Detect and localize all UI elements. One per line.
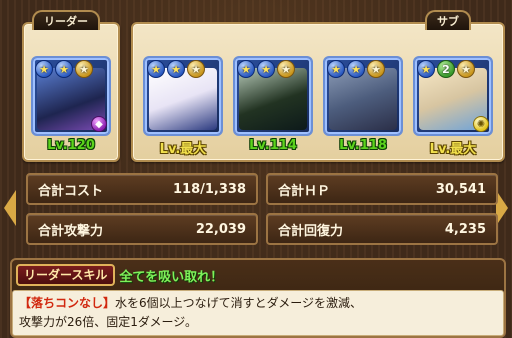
skill-desc-line2: 攻撃力が26倍、固定1ダメージ。 <box>19 315 197 329</box>
leader-panel: リーダー ★ ★ ★ ◆ Lv.120 <box>22 10 120 162</box>
plus-orb-atk-icon: ★ <box>167 60 185 78</box>
sub-monster-slot-2[interactable]: ★ ★ ★ <box>233 56 313 136</box>
total-hp-value: 30,541 <box>435 181 486 197</box>
plus-orb-hp-icon: ★ <box>35 60 53 78</box>
leader-skill-panel: リーダースキル 全てを吸い取れ！ 【落ちコンなし】水を6個以上つなげて消すとダメ… <box>10 258 506 338</box>
total-hp-label: 合計ＨＰ <box>278 183 331 199</box>
skill-highlight: 【落ちコンなし】 <box>19 296 116 310</box>
plus-orb-atk-icon: ★ <box>347 60 365 78</box>
sub-monster-slot-3[interactable]: ★ ★ ★ <box>323 56 403 136</box>
light-attribute-icon: ✺ <box>473 116 489 132</box>
sub-panel: サブ ★ ★ ★ Lv.最大 ★ ★ ★ Lv.114 ★ ★ ★ Lv.118… <box>131 10 505 162</box>
leader-skill-header: リーダースキル 全てを吸い取れ！ <box>16 264 223 286</box>
total-cost-box: 合計コスト 118/1,338 <box>26 173 258 205</box>
sub-monster-slot-4[interactable]: ★ 2 ★ ✺ <box>413 56 493 136</box>
leader-skill-name: 全てを吸い取れ！ <box>119 269 224 285</box>
leader-level: Lv.120 <box>47 138 95 153</box>
plus-orb-rcv-icon: ★ <box>367 60 385 78</box>
plus-orb-rcv-icon: ★ <box>187 60 205 78</box>
leader-skill-tag: リーダースキル <box>16 264 116 286</box>
sub-level-4: Lv.最大 <box>429 142 477 157</box>
total-cost-value: 118/1,338 <box>172 181 246 197</box>
total-recovery-value: 4,235 <box>444 221 486 237</box>
plus-orb-atk-icon: ★ <box>257 60 275 78</box>
sub-tag: サブ <box>425 10 471 30</box>
plus-orb-rcv-icon: ★ <box>75 60 93 78</box>
total-attack-box: 合計攻撃力 22,039 <box>26 213 258 245</box>
plus-orb-hp-icon: ★ <box>417 60 435 78</box>
total-recovery-label: 合計回復力 <box>278 223 344 239</box>
skill-desc-line1: 水を6個以上つなげて消すとダメージを激減、 <box>115 296 363 310</box>
super-awakening-badge: 2 <box>437 60 455 78</box>
plus-orb-atk-icon: ★ <box>55 60 73 78</box>
leader-skill-description: 【落ちコンなし】水を6個以上つなげて消すとダメージを激減、 攻撃力が26倍、固定… <box>12 290 504 336</box>
plus-orb-rcv-icon: ★ <box>457 60 475 78</box>
total-cost-label: 合計コスト <box>38 183 104 199</box>
leader-tag: リーダー <box>32 10 100 30</box>
sub-monster-slot-1[interactable]: ★ ★ ★ <box>143 56 223 136</box>
sub-level-1: Lv.最大 <box>159 142 207 157</box>
plus-orb-hp-icon: ★ <box>237 60 255 78</box>
total-hp-box: 合計ＨＰ 30,541 <box>266 173 498 205</box>
plus-orb-hp-icon: ★ <box>327 60 345 78</box>
total-recovery-box: 合計回復力 4,235 <box>266 213 498 245</box>
sub-level-3: Lv.118 <box>339 138 387 153</box>
team-stats: 合計コスト 118/1,338 合計ＨＰ 30,541 合計攻撃力 22,039… <box>22 167 505 253</box>
total-attack-value: 22,039 <box>195 221 246 237</box>
prev-page-arrow-icon[interactable] <box>4 190 16 226</box>
total-attack-label: 合計攻撃力 <box>38 223 104 239</box>
plus-orb-hp-icon: ★ <box>147 60 165 78</box>
dark-attribute-icon: ◆ <box>91 116 107 132</box>
plus-orb-rcv-icon: ★ <box>277 60 295 78</box>
leader-monster-slot[interactable]: ★ ★ ★ ◆ <box>31 56 111 136</box>
sub-level-2: Lv.114 <box>249 138 297 153</box>
